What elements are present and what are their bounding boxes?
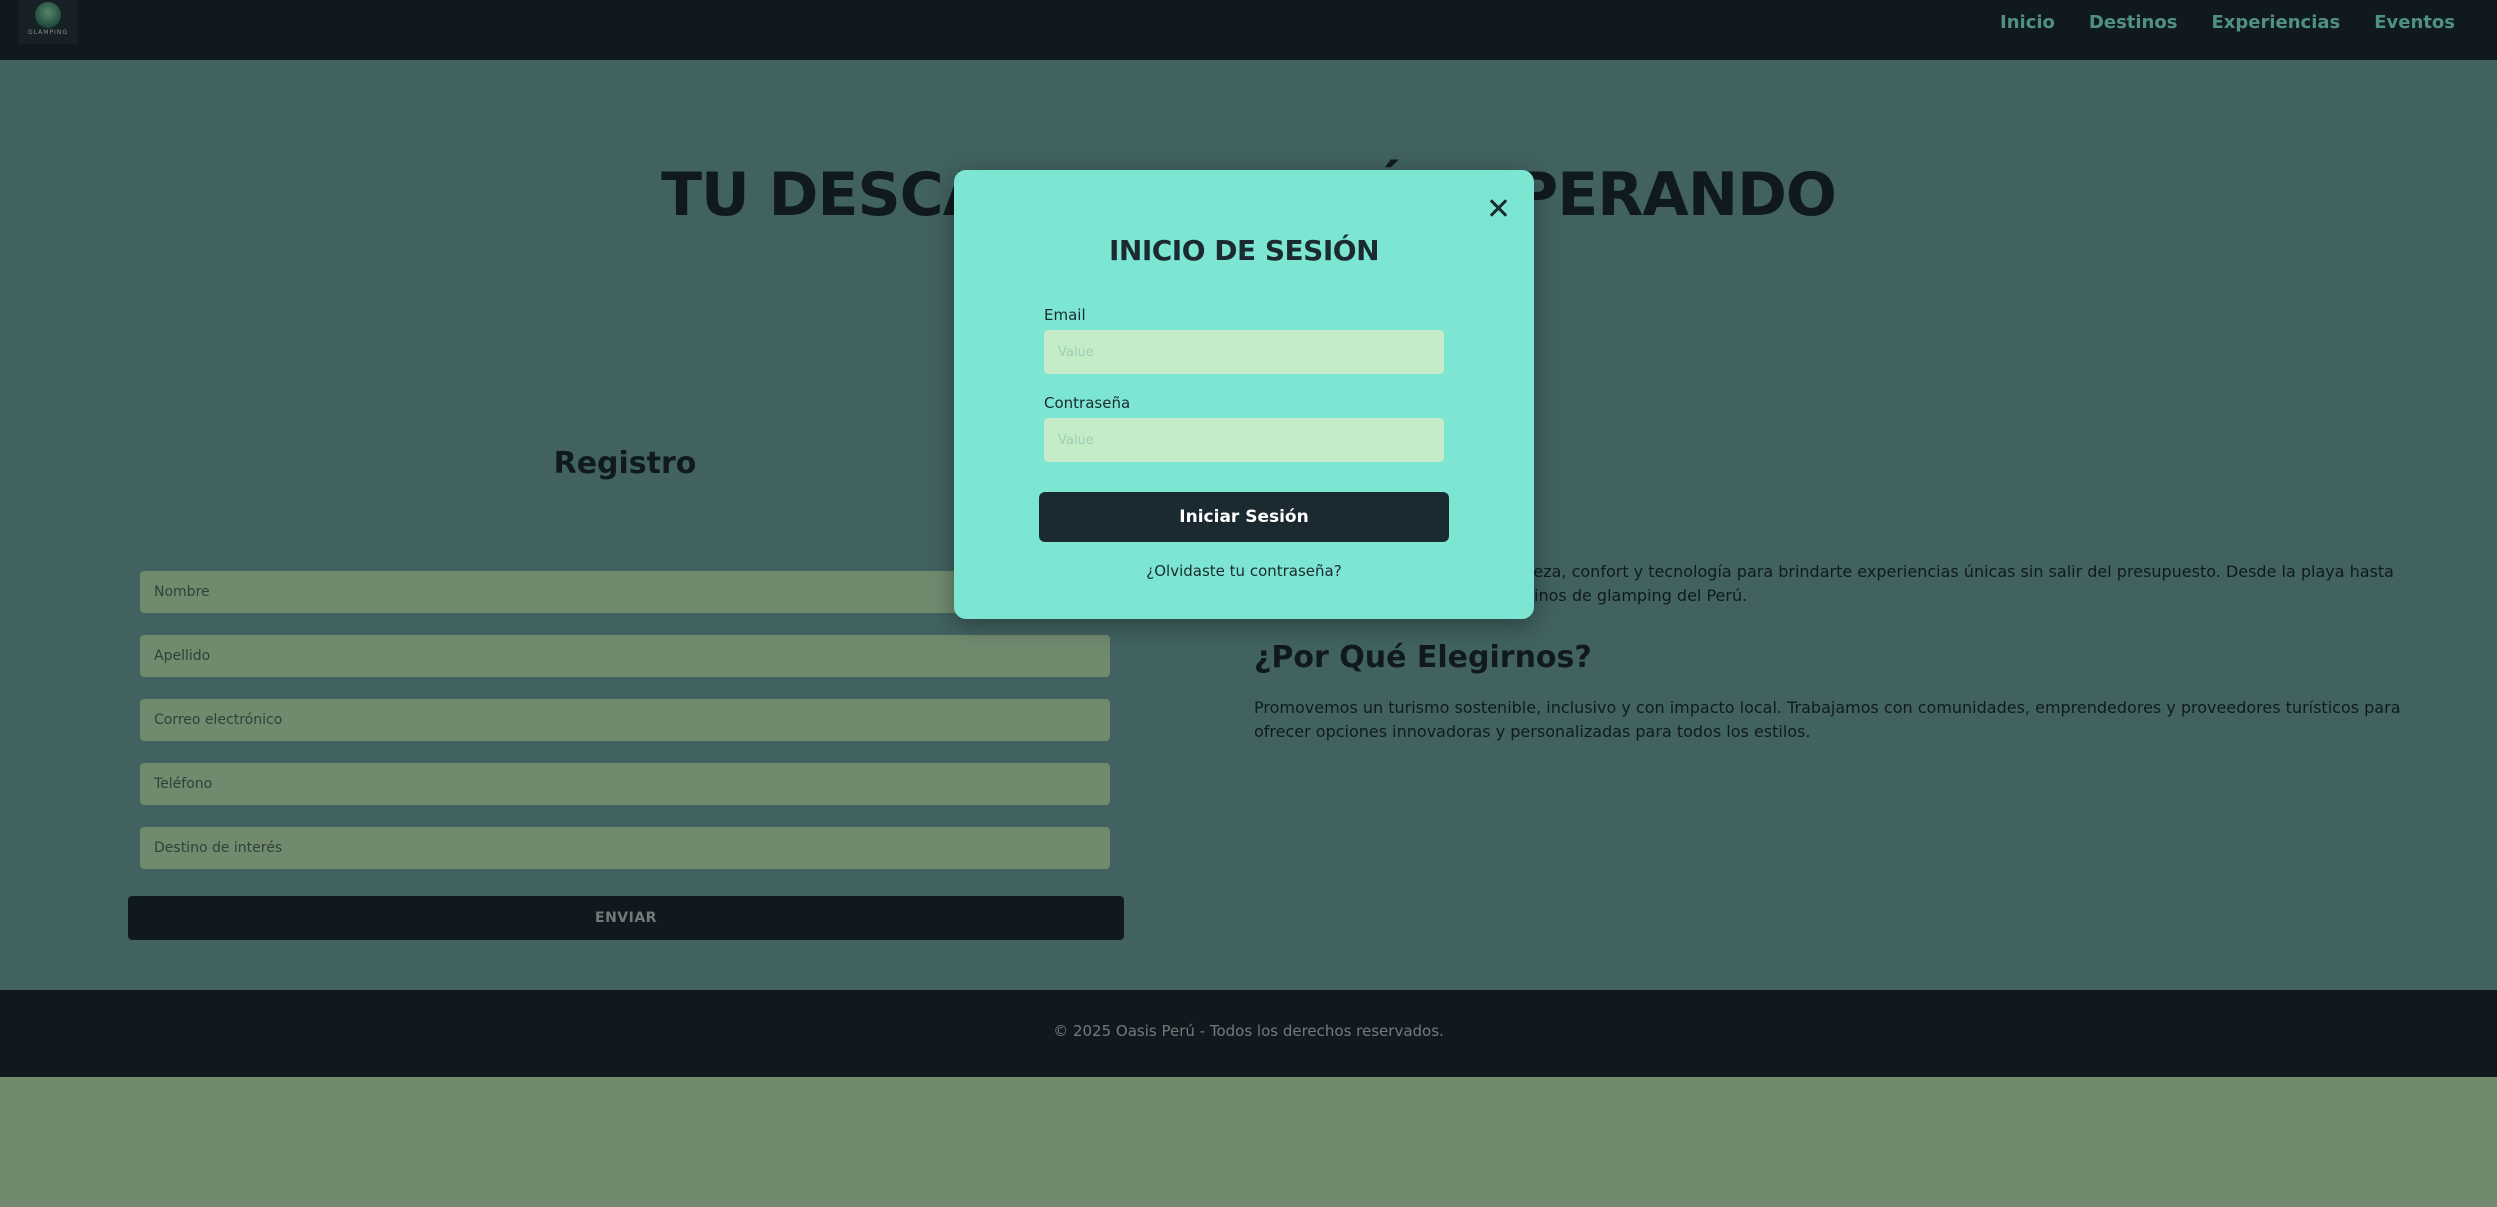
page: GLAMPING Inicio Destinos Experiencias Ev…	[0, 0, 2497, 1207]
login-password-field[interactable]	[1044, 418, 1444, 462]
email-label: Email	[1044, 306, 1086, 324]
modal-title: INICIO DE SESIÓN	[1108, 234, 1380, 267]
password-label: Contraseña	[1044, 394, 1131, 412]
login-button[interactable]: Iniciar Sesión	[1039, 492, 1449, 542]
close-icon[interactable]	[1484, 194, 1512, 222]
login-modal: INICIO DE SESIÓN Email Contraseña Inicia…	[954, 170, 1534, 619]
login-email-field[interactable]	[1044, 330, 1444, 374]
forgot-password-link[interactable]: ¿Olvidaste tu contraseña?	[954, 562, 1534, 580]
